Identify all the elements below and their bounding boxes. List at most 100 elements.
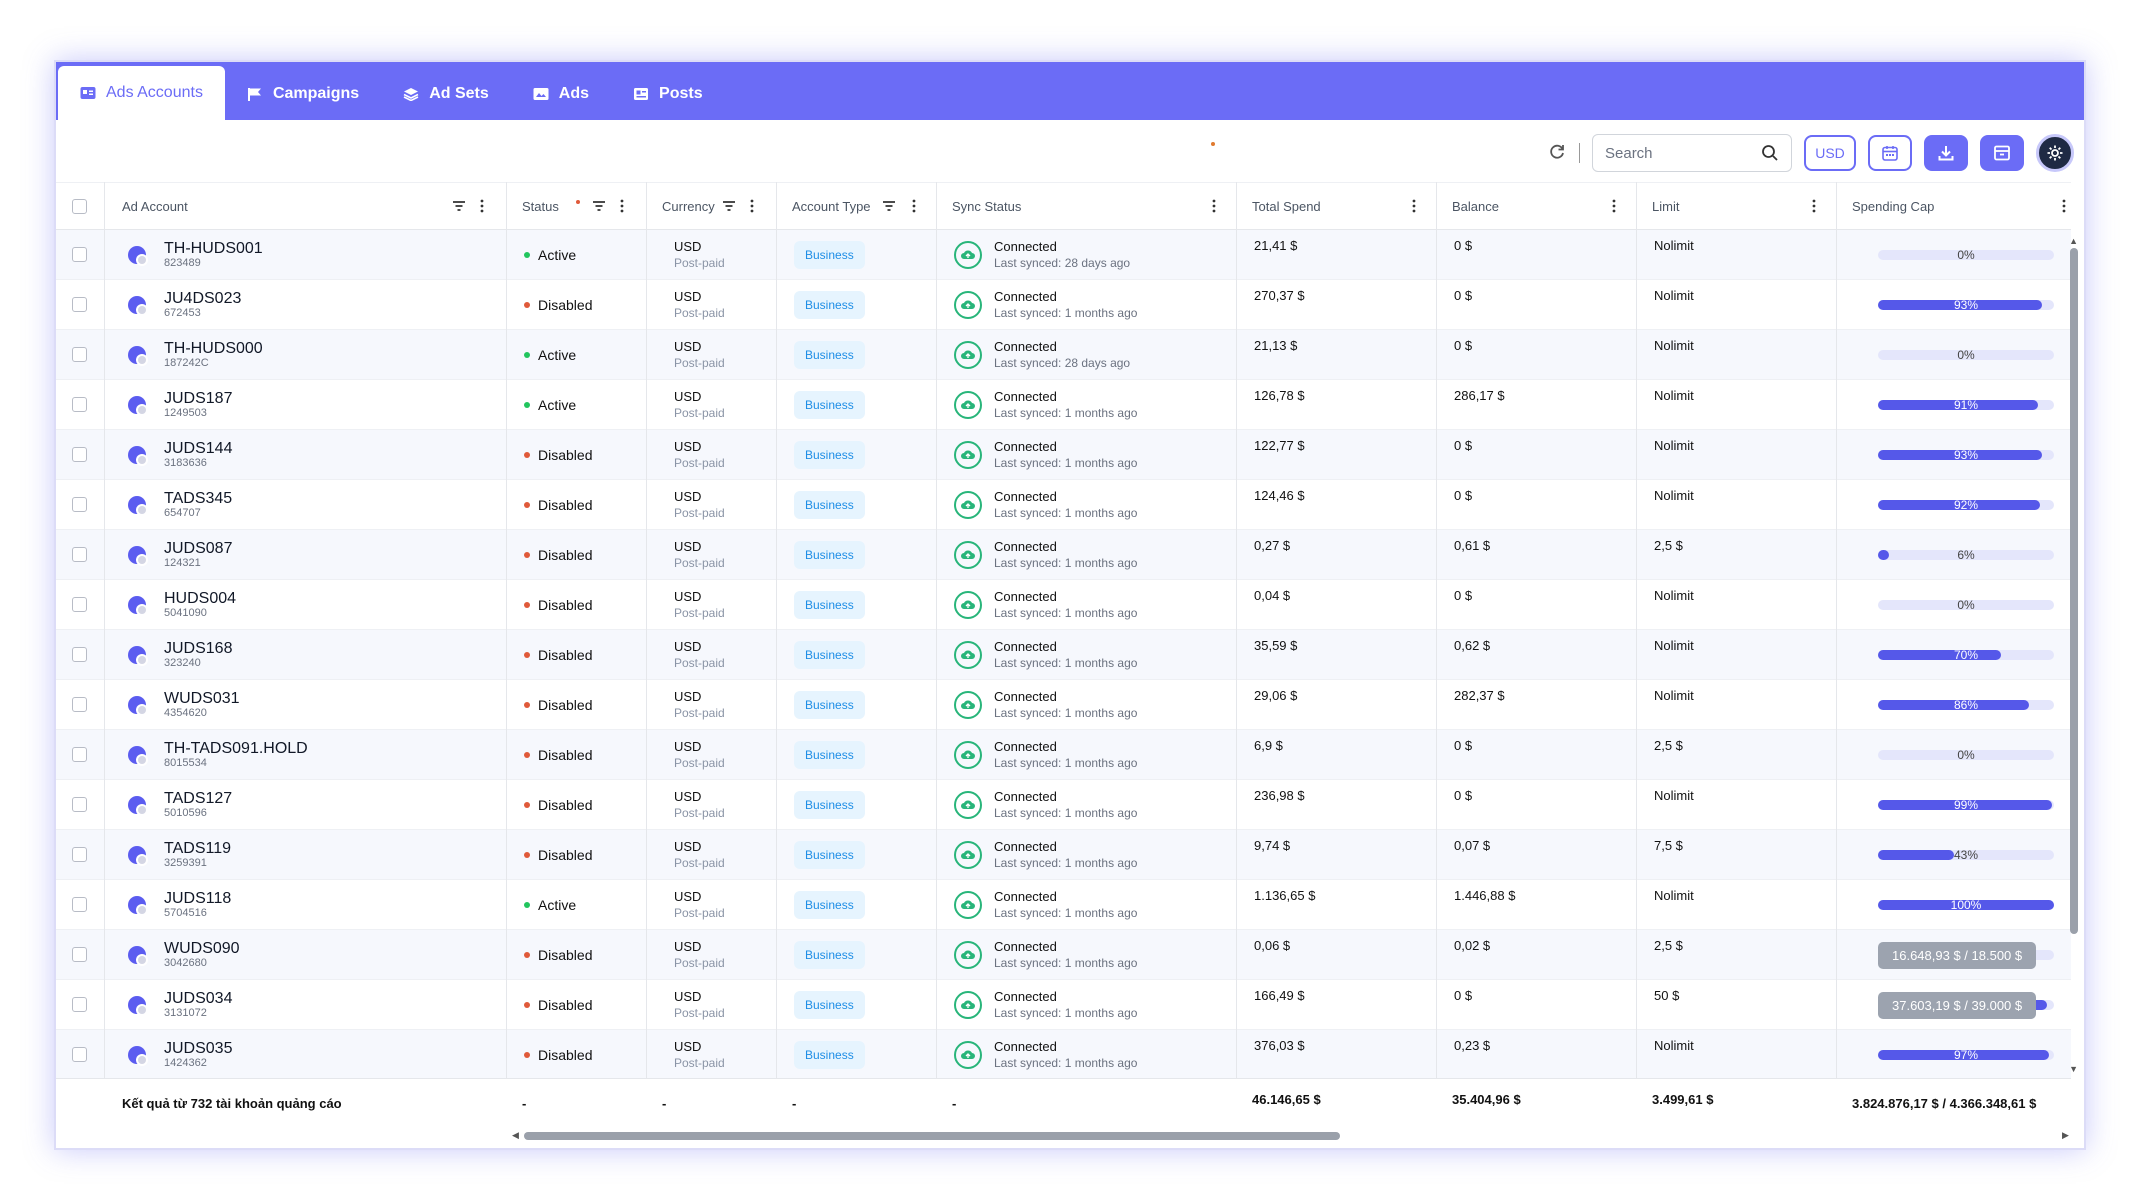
row-checkbox[interactable] bbox=[72, 680, 87, 729]
spending-cap-cell[interactable]: 86% bbox=[1878, 680, 2054, 729]
row-checkbox[interactable] bbox=[72, 380, 87, 429]
account-cell[interactable]: HUDS004 5041090 bbox=[164, 580, 236, 629]
account-name[interactable]: HUDS004 bbox=[164, 590, 236, 607]
table-row[interactable]: JUDS035 1424362 Disabled USD Post-paid B… bbox=[56, 1030, 2071, 1080]
table-row[interactable]: WUDS031 4354620 Disabled USD Post-paid B… bbox=[56, 680, 2071, 730]
table-row[interactable]: JU4DS023 672453 Disabled USD Post-paid B… bbox=[56, 280, 2071, 330]
account-name[interactable]: WUDS031 bbox=[164, 690, 240, 707]
col-currency[interactable]: Currency bbox=[662, 183, 715, 229]
column-menu-icon[interactable] bbox=[480, 183, 484, 229]
column-menu-icon[interactable] bbox=[750, 183, 754, 229]
col-account-type[interactable]: Account Type bbox=[792, 183, 871, 229]
column-menu-icon[interactable] bbox=[1212, 183, 1216, 229]
spending-cap-progress[interactable]: 86% bbox=[1878, 700, 2054, 710]
row-checkbox[interactable] bbox=[72, 580, 87, 629]
scroll-up-arrow[interactable]: ▲ bbox=[2069, 236, 2078, 246]
col-sync-status[interactable]: Sync Status bbox=[952, 183, 1021, 229]
row-checkbox[interactable] bbox=[72, 730, 87, 779]
account-cell[interactable]: JUDS118 5704516 bbox=[164, 880, 231, 929]
table-row[interactable]: JUDS118 5704516 Active USD Post-paid Bus… bbox=[56, 880, 2071, 930]
table-row[interactable]: TADS345 654707 Disabled USD Post-paid Bu… bbox=[56, 480, 2071, 530]
column-menu-icon[interactable] bbox=[912, 183, 916, 229]
row-checkbox[interactable] bbox=[72, 1030, 87, 1079]
account-cell[interactable]: TH-TADS091.HOLD 8015534 bbox=[164, 730, 308, 779]
spending-cap-progress[interactable]: 6% bbox=[1878, 550, 2054, 560]
spending-cap-progress[interactable]: 0% bbox=[1878, 350, 2054, 360]
row-checkbox[interactable] bbox=[72, 780, 87, 829]
account-cell[interactable]: TH-HUDS001 823489 bbox=[164, 230, 263, 279]
account-cell[interactable]: WUDS031 4354620 bbox=[164, 680, 240, 729]
account-cell[interactable]: JUDS144 3183636 bbox=[164, 430, 232, 479]
col-limit[interactable]: Limit bbox=[1652, 183, 1679, 229]
account-cell[interactable]: JUDS187 1249503 bbox=[164, 380, 232, 429]
row-checkbox[interactable] bbox=[72, 280, 87, 329]
tab-campaigns[interactable]: Campaigns bbox=[225, 68, 381, 120]
spending-cap-cell[interactable]: 93% bbox=[1878, 430, 2054, 479]
spending-cap-progress[interactable]: 0% bbox=[1878, 600, 2054, 610]
spending-cap-progress[interactable]: 0% bbox=[1878, 750, 2054, 760]
account-cell[interactable]: TADS127 5010596 bbox=[164, 780, 232, 829]
refresh-icon[interactable] bbox=[1547, 143, 1567, 163]
spending-cap-progress[interactable]: 93% bbox=[1878, 300, 2054, 310]
table-row[interactable]: JUDS187 1249503 Active USD Post-paid Bus… bbox=[56, 380, 2071, 430]
table-row[interactable]: HUDS004 5041090 Disabled USD Post-paid B… bbox=[56, 580, 2071, 630]
account-cell[interactable]: TADS345 654707 bbox=[164, 480, 232, 529]
account-cell[interactable]: WUDS090 3042680 bbox=[164, 930, 240, 979]
spending-cap-progress[interactable]: 0% bbox=[1878, 250, 2054, 260]
col-ad-account[interactable]: Ad Account bbox=[122, 183, 188, 229]
scroll-down-arrow[interactable]: ▼ bbox=[2069, 1064, 2078, 1074]
column-menu-icon[interactable] bbox=[620, 183, 624, 229]
spending-cap-progress[interactable]: 70% bbox=[1878, 650, 2054, 660]
spending-cap-cell[interactable]: 0% bbox=[1878, 730, 2054, 779]
filter-icon[interactable] bbox=[882, 183, 896, 229]
spending-cap-progress[interactable]: 91% bbox=[1878, 400, 2054, 410]
spending-cap-cell[interactable]: 6% bbox=[1878, 530, 2054, 579]
tab-ads[interactable]: Ads bbox=[511, 68, 611, 120]
account-name[interactable]: TADS127 bbox=[164, 790, 232, 807]
table-row[interactable]: JUDS144 3183636 Disabled USD Post-paid B… bbox=[56, 430, 2071, 480]
column-menu-icon[interactable] bbox=[1612, 183, 1616, 229]
account-name[interactable]: JUDS144 bbox=[164, 440, 232, 457]
settings-button[interactable] bbox=[2036, 134, 2074, 172]
spending-cap-cell[interactable]: 97% bbox=[1878, 1030, 2054, 1079]
vertical-scrollbar[interactable] bbox=[2070, 248, 2078, 934]
scroll-left-arrow[interactable]: ◀ bbox=[512, 1130, 519, 1141]
row-checkbox[interactable] bbox=[72, 330, 87, 379]
account-name[interactable]: JUDS087 bbox=[164, 540, 232, 557]
account-cell[interactable]: TH-HUDS000 187242C bbox=[164, 330, 263, 379]
tab-posts[interactable]: Posts bbox=[611, 68, 725, 120]
table-row[interactable]: TH-HUDS001 823489 Active USD Post-paid B… bbox=[56, 230, 2071, 280]
column-menu-icon[interactable] bbox=[2062, 183, 2066, 229]
scroll-right-arrow[interactable]: ▶ bbox=[2062, 1130, 2069, 1141]
spending-cap-progress[interactable]: 43% bbox=[1878, 850, 2054, 860]
account-cell[interactable]: JUDS168 323240 bbox=[164, 630, 232, 679]
account-name[interactable]: JUDS118 bbox=[164, 890, 231, 907]
table-row[interactable]: JUDS168 323240 Disabled USD Post-paid Bu… bbox=[56, 630, 2071, 680]
horizontal-scrollbar[interactable] bbox=[524, 1132, 1340, 1140]
account-name[interactable]: JUDS168 bbox=[164, 640, 232, 657]
table-row[interactable]: TADS119 3259391 Disabled USD Post-paid B… bbox=[56, 830, 2071, 880]
archive-button[interactable] bbox=[1980, 135, 2024, 171]
table-row[interactable]: WUDS090 3042680 Disabled USD Post-paid B… bbox=[56, 930, 2071, 980]
spending-cap-progress[interactable]: 92% bbox=[1878, 500, 2054, 510]
account-name[interactable]: TH-HUDS000 bbox=[164, 340, 263, 357]
spending-cap-cell[interactable]: 0% bbox=[1878, 330, 2054, 379]
spending-cap-cell[interactable]: 99% bbox=[1878, 780, 2054, 829]
filter-icon[interactable] bbox=[452, 183, 466, 229]
spending-cap-cell[interactable]: 93% bbox=[1878, 280, 2054, 329]
column-menu-icon[interactable] bbox=[1412, 183, 1416, 229]
account-name[interactable]: JU4DS023 bbox=[164, 290, 241, 307]
tab-ads-accounts[interactable]: Ads Accounts bbox=[58, 66, 225, 120]
tab-ad-sets[interactable]: Ad Sets bbox=[381, 68, 511, 120]
row-checkbox[interactable] bbox=[72, 480, 87, 529]
row-checkbox[interactable] bbox=[72, 230, 87, 279]
select-all-checkbox[interactable] bbox=[72, 183, 87, 229]
row-checkbox[interactable] bbox=[72, 530, 87, 579]
col-balance[interactable]: Balance bbox=[1452, 183, 1499, 229]
filter-icon[interactable] bbox=[722, 183, 736, 229]
spending-cap-cell[interactable]: 0% bbox=[1878, 230, 2054, 279]
row-checkbox[interactable] bbox=[72, 880, 87, 929]
col-total-spend[interactable]: Total Spend bbox=[1252, 183, 1321, 229]
spending-cap-cell[interactable]: 70% bbox=[1878, 630, 2054, 679]
download-button[interactable] bbox=[1924, 135, 1968, 171]
